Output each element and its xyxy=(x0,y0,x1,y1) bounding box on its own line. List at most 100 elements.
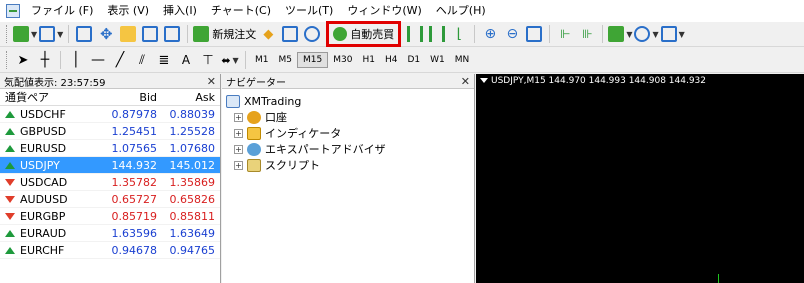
crosshair-button[interactable]: ┼ xyxy=(35,50,55,70)
terminal-button[interactable] xyxy=(140,24,160,44)
separator xyxy=(549,25,551,43)
tree-item-indicators[interactable]: + インディケータ xyxy=(234,125,474,141)
ask-cell: 0.65826 xyxy=(169,192,216,206)
symbol-cell: EURGBP xyxy=(0,210,99,223)
expand-icon[interactable]: + xyxy=(234,112,243,122)
navigator-button[interactable] xyxy=(118,24,138,44)
signals-button[interactable] xyxy=(280,24,300,44)
market-watch-title: 気配値表示: 23:57:59 xyxy=(4,77,106,89)
tree-item-expert-advisors[interactable]: + エキスパートアドバイザ xyxy=(234,141,474,157)
timeframe-mn[interactable]: MN xyxy=(450,55,475,65)
chart-info-line: USDJPY,M15 144.970 144.993 144.908 144.9… xyxy=(476,74,804,86)
close-icon[interactable]: ✕ xyxy=(207,75,216,88)
expand-icon[interactable]: + xyxy=(234,128,243,138)
market-watch-button[interactable] xyxy=(74,24,94,44)
auto-trade-button[interactable]: 自動売買 xyxy=(326,21,402,47)
timeframe-h4[interactable]: H4 xyxy=(380,55,403,65)
arrow-up-icon xyxy=(5,111,15,118)
ask-cell: 0.85811 xyxy=(169,209,216,223)
market-watch-row[interactable]: AUDUSD 0.65727 0.65826 xyxy=(0,191,220,208)
market-watch-row[interactable]: GBPUSD 1.25451 1.25528 xyxy=(0,123,220,140)
tree-item-accounts[interactable]: + 口座 xyxy=(234,109,474,125)
fibonacci-button[interactable]: ≣ xyxy=(154,50,174,70)
bar-chart-button[interactable] xyxy=(405,24,425,44)
expand-icon[interactable]: + xyxy=(234,144,243,154)
ask-cell: 145.012 xyxy=(169,158,216,172)
market-watch-row[interactable]: EURUSD 1.07565 1.07680 xyxy=(0,140,220,157)
menu-tools[interactable]: ツール(T) xyxy=(278,0,340,22)
toolbar-grip[interactable] xyxy=(6,51,9,69)
signals-icon xyxy=(282,26,299,42)
autoscroll-button[interactable]: ⊩ xyxy=(555,24,575,44)
menu-help[interactable]: ヘルプ(H) xyxy=(429,0,493,22)
close-icon[interactable]: ✕ xyxy=(461,75,470,88)
arrow-down-icon xyxy=(5,196,15,203)
separator xyxy=(187,25,189,43)
timeframe-d1[interactable]: D1 xyxy=(402,55,425,65)
timeframe-m30[interactable]: M30 xyxy=(328,55,357,65)
menu-view[interactable]: 表示 (V) xyxy=(100,0,156,22)
new-chart-button[interactable]: ▼ xyxy=(13,24,37,44)
text-tool-button[interactable]: A xyxy=(176,50,196,70)
navigator-title: ナビゲーター xyxy=(226,77,286,89)
chart-shift-button[interactable]: ⊪ xyxy=(577,24,597,44)
symbol-label: EURAUD xyxy=(20,226,67,240)
horizontal-line-button[interactable]: — xyxy=(88,50,108,70)
new-order-button[interactable]: 新規注文 xyxy=(193,24,256,44)
market-button[interactable] xyxy=(302,24,322,44)
zoom-in-button[interactable]: ⊕ xyxy=(480,24,500,44)
market-watch-row[interactable]: EURAUD 1.63596 1.63649 xyxy=(0,225,220,242)
templates-button[interactable]: ▼ xyxy=(660,24,685,44)
arrows-button[interactable]: ⬌ ▼ xyxy=(220,50,240,70)
arrow-up-icon xyxy=(5,162,15,169)
indicators-button[interactable]: ▼ xyxy=(608,24,632,44)
toolbar-grip[interactable] xyxy=(6,25,9,43)
timeframe-m15[interactable]: M15 xyxy=(297,52,329,68)
chart-menu-icon[interactable] xyxy=(480,78,488,83)
menu-file[interactable]: ファイル (F) xyxy=(24,0,100,22)
market-watch-columns: 通貨ペア Bid Ask xyxy=(0,89,220,106)
market-watch-row[interactable]: EURGBP 0.85719 0.85811 xyxy=(0,208,220,225)
vertical-line-button[interactable]: │ xyxy=(66,50,86,70)
chart-window[interactable]: USDJPY,M15 144.970 144.993 144.908 144.9… xyxy=(476,74,804,283)
tree-root[interactable]: XMTrading xyxy=(226,93,474,109)
menu-window[interactable]: ウィンドウ(W) xyxy=(340,0,428,22)
separator xyxy=(474,25,476,43)
trendline-button[interactable]: ╱ xyxy=(110,50,130,70)
bid-cell: 1.63596 xyxy=(111,226,158,240)
timeframe-m1[interactable]: M1 xyxy=(250,55,274,65)
line-chart-button[interactable]: ⌊ xyxy=(449,24,469,44)
profiles-button[interactable]: ▼ xyxy=(39,24,63,44)
periods-button[interactable]: ▼ xyxy=(634,24,659,44)
menu-insert[interactable]: 挿入(I) xyxy=(156,0,204,22)
drawing-toolbar: ➤ ┼ │ — ╱ ⫽ ≣ A ⊤ ⬌ ▼ M1 M5 M15 M30 H1 H4… xyxy=(0,48,804,73)
market-watch-row[interactable]: USDJPY 144.932 145.012 xyxy=(0,157,220,174)
equidistant-channel-button[interactable]: ⫽ xyxy=(132,50,152,70)
market-watch-row[interactable]: EURCHF 0.94678 0.94765 xyxy=(0,242,220,259)
market-watch-row[interactable]: USDCHF 0.87978 0.88039 xyxy=(0,106,220,123)
market-watch-row[interactable]: USDCAD 1.35782 1.35869 xyxy=(0,174,220,191)
menu-charts[interactable]: チャート(C) xyxy=(204,0,278,22)
zoom-out-button[interactable]: ⊖ xyxy=(502,24,522,44)
timeframe-w1[interactable]: W1 xyxy=(425,55,450,65)
expand-icon[interactable]: + xyxy=(234,160,243,170)
candlestick-button[interactable] xyxy=(427,24,447,44)
data-window-button[interactable]: ✥ xyxy=(96,24,116,44)
tile-windows-button[interactable] xyxy=(524,24,544,44)
timeframe-h1[interactable]: H1 xyxy=(357,55,380,65)
column-bid[interactable]: Bid xyxy=(99,91,161,104)
app-icon xyxy=(6,4,20,18)
new-chart-icon xyxy=(13,26,29,42)
column-ask[interactable]: Ask xyxy=(161,91,219,104)
cursor-button[interactable]: ➤ xyxy=(13,50,33,70)
metaeditor-button[interactable]: ◆ xyxy=(258,24,278,44)
bid-cell: 0.94678 xyxy=(111,243,158,257)
chevron-down-icon: ▼ xyxy=(57,29,64,39)
accounts-icon xyxy=(247,110,261,124)
column-symbol[interactable]: 通貨ペア xyxy=(0,89,99,105)
tester-button[interactable] xyxy=(162,24,182,44)
indicators-icon xyxy=(247,126,261,140)
text-label-button[interactable]: ⊤ xyxy=(198,50,218,70)
tree-item-scripts[interactable]: + スクリプト xyxy=(234,157,474,173)
timeframe-m5[interactable]: M5 xyxy=(274,55,298,65)
